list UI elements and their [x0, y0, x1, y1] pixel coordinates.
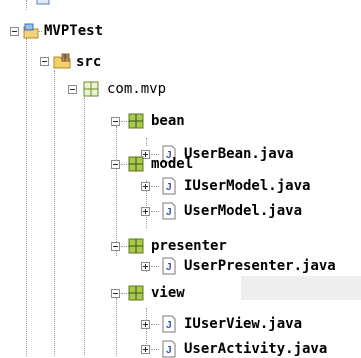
svg-text:J: J [166, 345, 172, 356]
expand-toggle[interactable] [141, 345, 150, 354]
collapse-toggle[interactable] [111, 117, 120, 126]
collapse-toggle[interactable] [40, 57, 49, 66]
expand-toggle[interactable] [141, 207, 150, 216]
tree-line [116, 126, 117, 256]
package-label: bean [151, 113, 185, 129]
file-icon [34, 0, 52, 6]
expand-toggle[interactable] [141, 182, 150, 191]
file-label: UserBean.java [184, 146, 294, 162]
file-label: IUserView.java [184, 316, 303, 332]
package-icon [82, 80, 100, 98]
svg-text:J: J [166, 262, 172, 273]
svg-text:J: J [166, 320, 172, 331]
package-explorer-tree: MVPTest src com.mvp bean J UserBean.java… [0, 0, 361, 358]
tree-line [84, 97, 85, 355]
package-label: presenter [151, 238, 227, 254]
project-icon [22, 22, 40, 40]
collapse-toggle[interactable] [111, 289, 120, 298]
tree-line [151, 186, 159, 187]
package-icon [127, 284, 145, 302]
tree-line [146, 138, 147, 146]
tree-line [151, 211, 159, 212]
package-icon [127, 112, 145, 130]
java-file-icon: J [160, 257, 178, 275]
java-file-icon: J [160, 202, 178, 220]
collapse-toggle[interactable] [111, 242, 120, 251]
tree-line [54, 70, 55, 356]
tree-line [151, 324, 159, 325]
package-icon [127, 155, 145, 173]
java-file-icon: J [160, 315, 178, 333]
expand-toggle[interactable] [141, 320, 150, 329]
expand-toggle[interactable] [141, 262, 150, 271]
selection-highlight [241, 276, 361, 300]
java-file-icon: J [160, 177, 178, 195]
file-label: UserActivity.java [184, 341, 328, 357]
package-icon [127, 237, 145, 255]
file-label: UserPresenter.java [184, 258, 336, 274]
source-folder-icon [53, 52, 71, 70]
file-label: UserModel.java [184, 203, 303, 219]
collapse-toggle[interactable] [111, 160, 120, 169]
file-label: IUserModel.java [184, 178, 311, 194]
svg-text:J: J [166, 207, 172, 218]
tree-line [116, 298, 117, 356]
tree-line [26, 38, 27, 356]
package-label: model [151, 156, 194, 172]
package-label: view [151, 285, 185, 301]
collapse-toggle[interactable] [10, 27, 19, 36]
collapse-toggle[interactable] [68, 85, 77, 94]
src-label: src [76, 54, 102, 70]
tree-line [151, 266, 159, 267]
tree-line [151, 349, 159, 350]
project-label: MVPTest [44, 23, 104, 39]
svg-text:J: J [166, 182, 172, 193]
package-label: com.mvp [107, 81, 167, 97]
java-file-icon: J [160, 340, 178, 358]
tree-line [26, 0, 27, 10]
